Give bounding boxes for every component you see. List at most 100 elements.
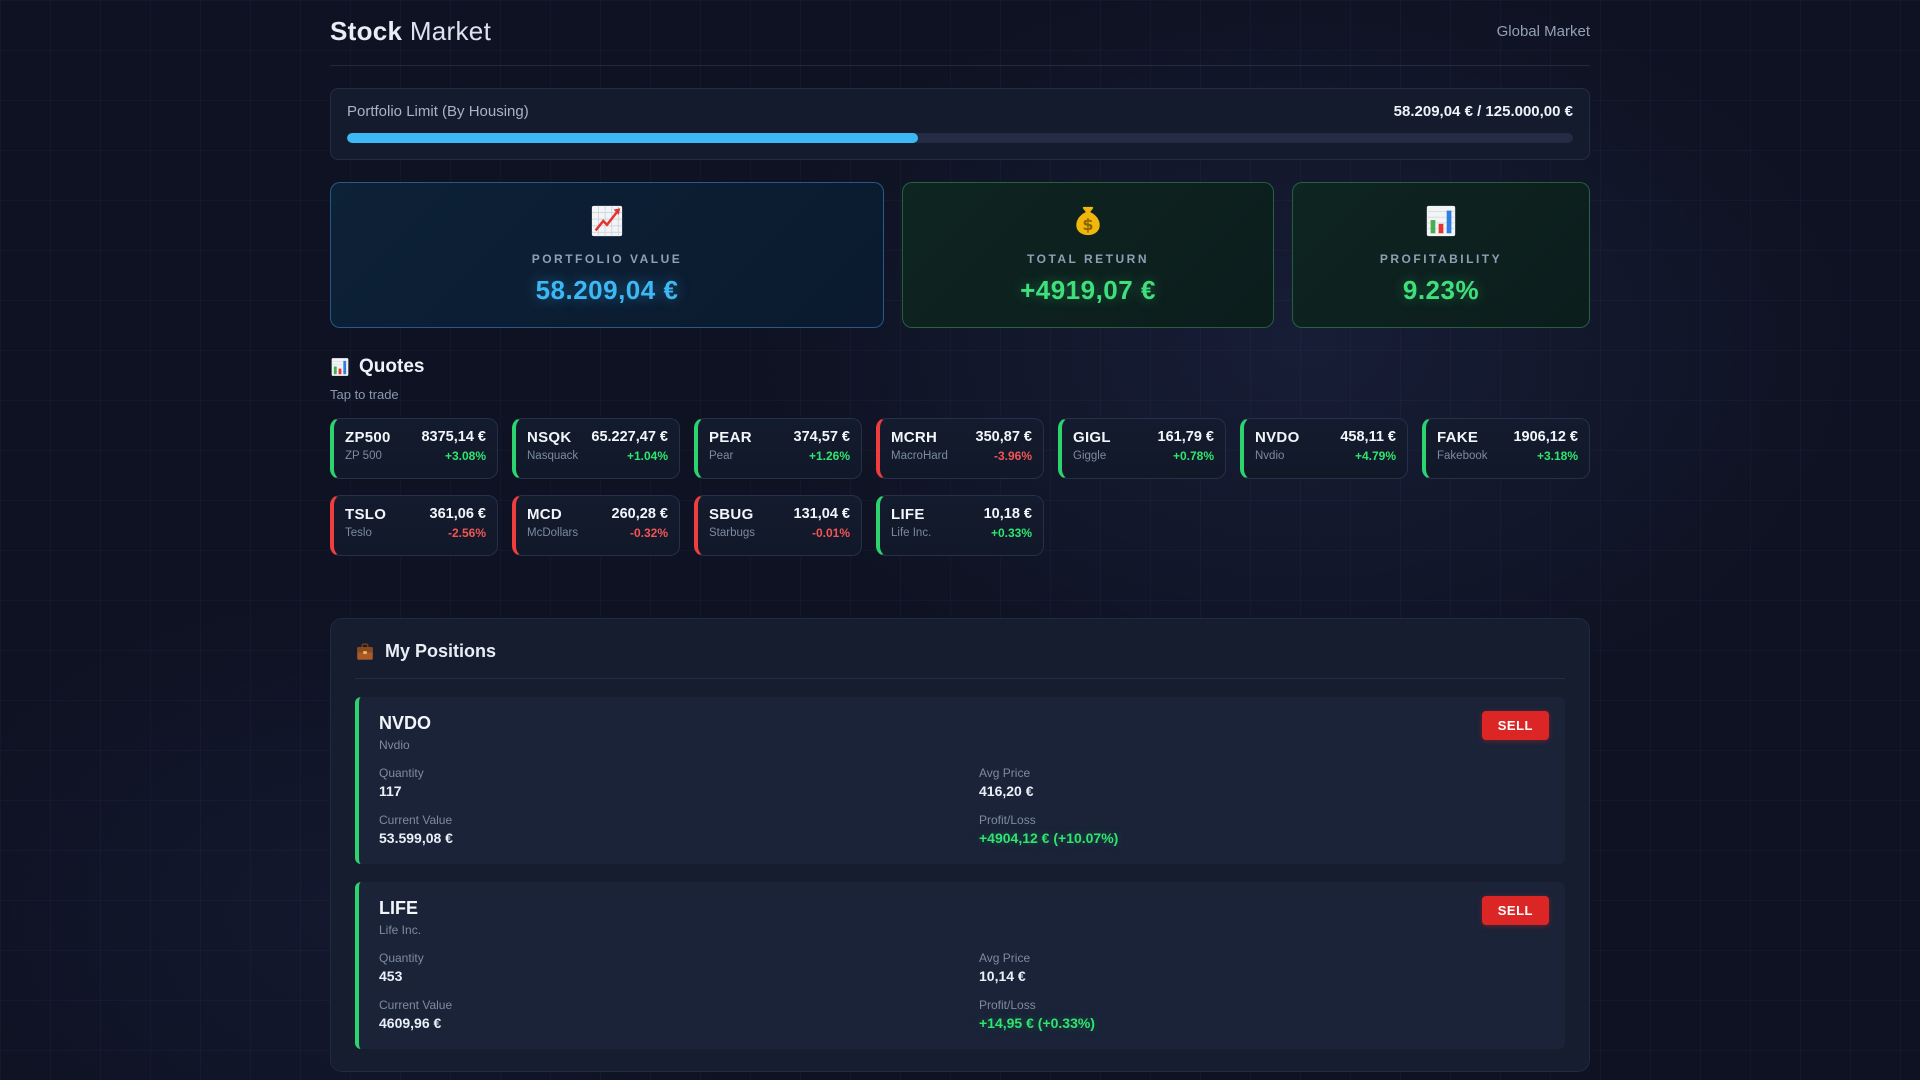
current-value-value: 4609,96 € [379,1015,979,1031]
quote-tile-sbug[interactable]: SBUG Starbugs 131,04 € -0.01% [694,495,862,556]
quantity-value: 117 [379,783,979,799]
quote-price: 350,87 € [976,429,1032,445]
quote-name: MacroHard [891,450,948,462]
quote-tile-gigl[interactable]: GIGL Giggle 161,79 € +0.78% [1058,418,1226,479]
profitability-label: PROFITABILITY [1380,252,1502,266]
position-item-nvdo: SELL NVDO Nvdio Quantity 117 Avg Price 4… [355,697,1565,864]
avg-price-value: 416,20 € [979,783,1545,799]
page-header: Stock Market Global Market [330,12,1590,66]
quote-ticker: TSLO [345,506,386,523]
svg-text:$: $ [1082,215,1093,234]
quantity-label: Quantity [379,951,979,965]
profit-loss-label: Profit/Loss [979,998,1545,1012]
quote-tile-fake[interactable]: FAKE Fakebook 1906,12 € +3.18% [1422,418,1590,479]
bar-chart-icon [330,357,350,377]
quote-ticker: MCD [527,506,578,523]
quote-tile-tslo[interactable]: TSLO Teslo 361,06 € -2.56% [330,495,498,556]
quote-change: +4.79% [1340,449,1396,463]
quote-ticker: SBUG [709,506,755,523]
quote-tile-nvdo[interactable]: NVDO Nvdio 458,11 € +4.79% [1240,418,1408,479]
quote-price: 161,79 € [1158,429,1214,445]
quote-price: 1906,12 € [1513,429,1578,445]
quote-change: +3.18% [1513,449,1578,463]
quotes-subtitle: Tap to trade [330,387,1590,402]
quote-change: +1.04% [591,449,668,463]
quote-ticker: LIFE [891,506,931,523]
quote-price: 361,06 € [430,506,486,522]
quote-name: McDollars [527,527,578,539]
quote-change: +0.78% [1158,449,1214,463]
quote-tile-zp500[interactable]: ZP500 ZP 500 8375,14 € +3.08% [330,418,498,479]
quote-ticker: MCRH [891,429,948,446]
portfolio-value-amount: 58.209,04 € [536,275,679,306]
portfolio-progress-track [347,133,1573,143]
quote-ticker: FAKE [1437,429,1488,446]
quote-tile-pear[interactable]: PEAR Pear 374,57 € +1.26% [694,418,862,479]
total-return-card: $ TOTAL RETURN +4919,07 € [902,182,1274,328]
quote-price: 374,57 € [794,429,850,445]
position-item-life: SELL LIFE Life Inc. Quantity 453 Avg Pri… [355,882,1565,1049]
quote-price: 65.227,47 € [591,429,668,445]
portfolio-progress-fill [347,133,918,143]
current-value-label: Current Value [379,998,979,1012]
quote-change: +1.26% [794,449,850,463]
stats-row: PORTFOLIO VALUE 58.209,04 € $ TOTAL RETU… [330,182,1590,328]
quote-tile-nsqk[interactable]: NSQK Nasquack 65.227,47 € +1.04% [512,418,680,479]
money-bag-icon: $ [1071,204,1105,238]
quote-name: Nasquack [527,450,578,462]
page-title-rest: Market [402,16,491,46]
quantity-label: Quantity [379,766,979,780]
portfolio-limit-card: Portfolio Limit (By Housing) 58.209,04 €… [330,88,1590,160]
quote-name: ZP 500 [345,450,391,462]
page-title: Stock Market [330,16,491,47]
total-return-label: TOTAL RETURN [1027,252,1149,266]
current-value-value: 53.599,08 € [379,830,979,846]
quote-name: Nvdio [1255,450,1300,462]
page-title-bold: Stock [330,16,402,46]
quote-change: -2.56% [430,526,486,540]
quote-tile-life[interactable]: LIFE Life Inc. 10,18 € +0.33% [876,495,1044,556]
bar-chart-icon [1424,204,1458,238]
briefcase-icon [355,642,375,662]
quote-price: 458,11 € [1340,429,1396,445]
profit-loss-value: +14,95 € (+0.33%) [979,1015,1545,1031]
quote-name: Life Inc. [891,527,931,539]
portfolio-value-label: PORTFOLIO VALUE [532,252,683,266]
quote-change: +0.33% [984,526,1032,540]
portfolio-limit-value: 58.209,04 € / 125.000,00 € [1394,103,1573,120]
quote-price: 260,28 € [612,506,668,522]
quotes-section: Quotes Tap to trade ZP500 ZP 500 8375,14… [330,356,1590,556]
profitability-card: PROFITABILITY 9.23% [1292,182,1590,328]
position-ticker: LIFE [379,898,1545,919]
quote-name: Teslo [345,527,386,539]
portfolio-value-card: PORTFOLIO VALUE 58.209,04 € [330,182,884,328]
quote-name: Giggle [1073,450,1111,462]
quantity-value: 453 [379,968,979,984]
quote-tile-mcd[interactable]: MCD McDollars 260,28 € -0.32% [512,495,680,556]
quote-name: Pear [709,450,752,462]
sell-button-nvdo[interactable]: SELL [1482,711,1549,740]
quote-tile-mcrh[interactable]: MCRH MacroHard 350,87 € -3.96% [876,418,1044,479]
profitability-amount: 9.23% [1403,275,1479,306]
stock-market-page: Stock Market Global Market Portfolio Lim… [330,0,1590,1080]
quote-price: 8375,14 € [421,429,486,445]
quote-ticker: ZP500 [345,429,391,446]
quote-price: 10,18 € [984,506,1032,522]
quote-ticker: GIGL [1073,429,1111,446]
quote-change: +3.08% [421,449,486,463]
quote-ticker: PEAR [709,429,752,446]
quote-ticker: NVDO [1255,429,1300,446]
quote-ticker: NSQK [527,429,578,446]
position-name: Nvdio [379,738,1545,752]
sell-button-life[interactable]: SELL [1482,896,1549,925]
quote-change: -3.96% [976,449,1032,463]
quote-change: -0.01% [794,526,850,540]
my-positions-panel: My Positions SELL NVDO Nvdio Quantity 11… [330,618,1590,1072]
global-market-label: Global Market [1497,23,1590,40]
quotes-tile-grid: ZP500 ZP 500 8375,14 € +3.08% NSQK Nasqu… [330,418,1590,556]
current-value-label: Current Value [379,813,979,827]
position-name: Life Inc. [379,923,1545,937]
portfolio-limit-label: Portfolio Limit (By Housing) [347,103,529,120]
quote-price: 131,04 € [794,506,850,522]
profit-loss-label: Profit/Loss [979,813,1545,827]
